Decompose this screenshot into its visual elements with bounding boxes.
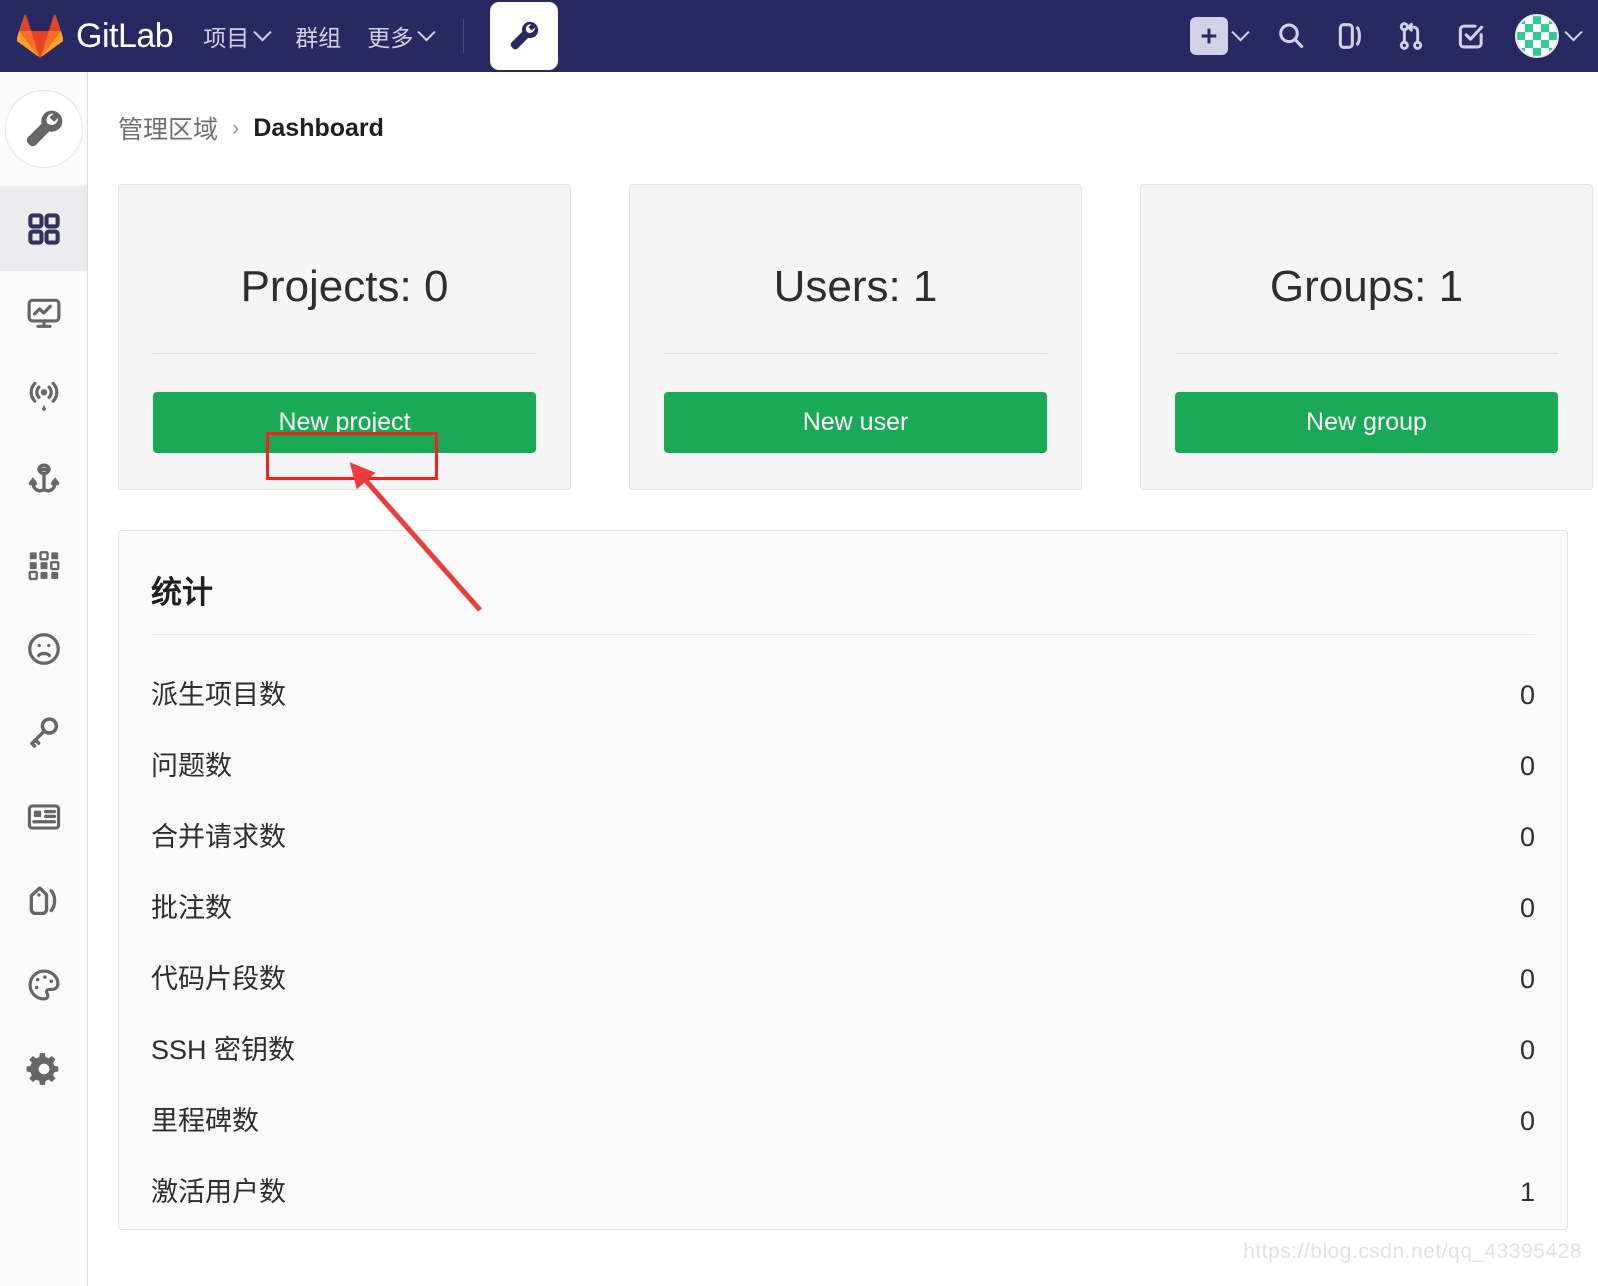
todos-icon[interactable]: [1455, 20, 1487, 52]
sidebar-item-overview[interactable]: [0, 187, 87, 271]
key-icon: [29, 717, 58, 748]
chevron-down-icon: [1564, 22, 1583, 41]
navbar-menu: 项目 群组 更多: [203, 19, 436, 53]
gitlab-brand-title[interactable]: GitLab: [76, 19, 174, 53]
navbar-divider: [463, 19, 465, 53]
wrench-icon: [26, 110, 62, 147]
stat-label: 派生项目数: [151, 680, 286, 711]
nav-item-more-label: 更多: [367, 25, 414, 51]
table-row: 批注数 0: [151, 870, 1535, 941]
stat-label: SSH 密钥数: [151, 1035, 296, 1066]
stat-value: 0: [1519, 964, 1535, 995]
issues-icon[interactable]: [1335, 20, 1367, 52]
monitoring-icon: [27, 298, 60, 328]
settings-gear-icon: [26, 1053, 58, 1085]
users-count-title: Users: 1: [773, 262, 938, 311]
stat-value: 0: [1519, 680, 1535, 711]
projects-card: Projects: 0 New project: [118, 184, 571, 491]
admin-area-button[interactable]: [490, 2, 559, 70]
new-project-button[interactable]: New project: [153, 392, 536, 454]
user-menu-button[interactable]: [1515, 14, 1583, 58]
nav-item-projects-label: 项目: [203, 25, 250, 51]
summary-cards: Projects: 0 New project Users: 1 New use…: [88, 146, 1598, 491]
sidebar-item-appearance[interactable]: [0, 943, 87, 1027]
table-row: 代码片段数 0: [151, 941, 1535, 1012]
plus-icon: [1190, 17, 1228, 55]
stat-label: 代码片段数: [151, 964, 286, 995]
abuse-reports-frown-icon: [27, 633, 60, 665]
system-hooks-broadcast-icon: [29, 381, 58, 412]
stat-label: 问题数: [151, 751, 232, 782]
sidebar-item-license[interactable]: [0, 775, 87, 859]
chevron-down-icon: [417, 22, 436, 41]
license-card-icon: [27, 804, 60, 830]
nav-item-more[interactable]: 更多: [367, 19, 436, 53]
stat-label: 批注数: [151, 893, 232, 924]
stat-value: 0: [1519, 1035, 1535, 1066]
merge-requests-icon[interactable]: [1395, 20, 1427, 52]
stat-value: 1: [1519, 1177, 1535, 1208]
sidebar-item-applications[interactable]: [0, 523, 87, 607]
nav-item-projects[interactable]: 项目: [203, 19, 272, 53]
statistics-divider: [151, 634, 1535, 636]
groups-card: Groups: 1 New group: [1140, 184, 1593, 491]
avatar: [1515, 14, 1559, 58]
admin-sidebar: [0, 72, 88, 1286]
sidebar-header: [0, 72, 87, 187]
chevron-down-icon: [1231, 22, 1250, 41]
users-card: Users: 1 New user: [629, 184, 1082, 491]
breadcrumb: 管理区域 › Dashboard: [88, 72, 1598, 146]
table-row: 合并请求数 0: [151, 799, 1535, 870]
wrench-icon: [510, 21, 539, 50]
stat-label: 里程碑数: [151, 1106, 259, 1137]
breadcrumb-parent[interactable]: 管理区域: [118, 110, 218, 146]
main-content: 管理区域 › Dashboard Projects: 0 New project…: [88, 72, 1598, 1286]
statistics-heading: 统计: [151, 575, 213, 611]
top-navbar: GitLab 项目 群组 更多: [0, 0, 1598, 72]
sidebar-item-settings[interactable]: [0, 1027, 87, 1111]
appearance-palette-icon: [28, 969, 60, 1001]
stat-value: 0: [1519, 751, 1535, 782]
card-divider: [1175, 353, 1558, 355]
nav-item-groups-label: 群组: [295, 25, 342, 51]
card-divider: [664, 353, 1047, 355]
search-icon[interactable]: [1275, 20, 1307, 52]
page-title: Dashboard: [253, 113, 384, 142]
table-row: 派生项目数 0: [151, 657, 1535, 728]
card-divider: [153, 353, 536, 355]
new-item-button[interactable]: [1190, 17, 1250, 55]
sidebar-item-deploy-keys[interactable]: [0, 439, 87, 523]
table-row: 里程碑数 0: [151, 1083, 1535, 1154]
stat-value: 0: [1519, 893, 1535, 924]
chevron-down-icon: [253, 22, 272, 41]
breadcrumb-separator-icon: ›: [232, 115, 240, 140]
navbar-right-icons: [1190, 14, 1583, 58]
stat-value: 0: [1519, 822, 1535, 853]
sidebar-item-deploy-keys-key[interactable]: [0, 691, 87, 775]
sidebar-admin-avatar[interactable]: [4, 90, 83, 168]
statistics-panel: 统计 派生项目数 0 问题数 0 合并请求数 0 批注数 0 代码片段数 0 S…: [118, 530, 1568, 1231]
table-row: 问题数 0: [151, 728, 1535, 799]
groups-count-title: Groups: 1: [1269, 262, 1464, 311]
sidebar-item-abuse-reports[interactable]: [0, 607, 87, 691]
gitlab-tanuki-logo[interactable]: [14, 10, 66, 62]
stat-label: 激活用户数: [151, 1177, 286, 1208]
labels-tag-icon: [29, 886, 56, 916]
nav-item-groups[interactable]: 群组: [295, 19, 341, 53]
new-user-button[interactable]: New user: [664, 392, 1047, 454]
table-row: 激活用户数 1: [151, 1154, 1535, 1225]
applications-dots-icon: [28, 551, 59, 581]
deploy-keys-anchor-icon: [28, 463, 59, 493]
watermark: https://blog.csdn.net/qq_43395428: [1243, 1240, 1582, 1263]
projects-count-title: Projects: 0: [240, 262, 449, 311]
stat-label: 合并请求数: [151, 822, 286, 853]
sidebar-item-labels[interactable]: [0, 859, 87, 943]
sidebar-item-system-hooks[interactable]: [0, 355, 87, 439]
stat-value: 0: [1519, 1106, 1535, 1137]
new-group-button[interactable]: New group: [1175, 392, 1558, 454]
table-row: SSH 密钥数 0: [151, 1012, 1535, 1083]
overview-grid-icon: [27, 213, 60, 245]
sidebar-item-monitoring[interactable]: [0, 271, 87, 355]
